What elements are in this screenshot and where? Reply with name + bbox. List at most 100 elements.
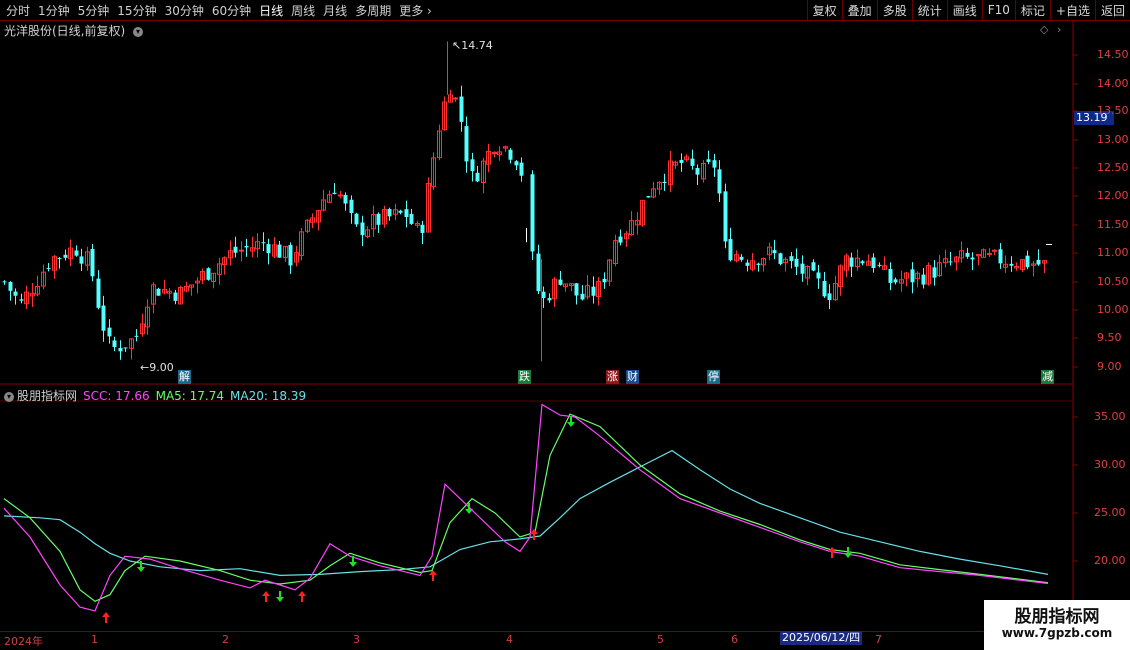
candle-body <box>739 256 744 260</box>
candle-body <box>662 181 667 184</box>
high-value: 14.74 <box>461 39 493 52</box>
candle-body <box>998 249 1003 264</box>
candle-body <box>2 281 7 283</box>
candle-body <box>57 257 62 259</box>
candle-body <box>745 262 750 266</box>
arrow-head <box>298 591 306 596</box>
candle-body <box>420 224 425 233</box>
candle-body <box>690 158 695 166</box>
candle-body <box>74 250 79 256</box>
ma5-value: MA5: 17.74 <box>155 389 225 403</box>
time-label: 5 <box>657 633 664 646</box>
candle-body <box>19 299 24 301</box>
buy-arrow-icon <box>298 591 306 602</box>
candle-body <box>1036 259 1041 265</box>
buy-arrow-icon <box>429 570 437 581</box>
y-tick: 14.00 <box>1097 77 1129 90</box>
candle-body <box>547 298 552 301</box>
main-chart-title: 光洋股份(日线,前复权) ▾ <box>4 22 144 39</box>
stock-title: 光洋股份(日线,前复权) <box>4 24 126 38</box>
arrow-head <box>349 562 357 567</box>
candle-body <box>921 274 926 285</box>
candle-body <box>1009 263 1014 266</box>
candle-body <box>679 159 684 163</box>
candle-body <box>206 268 211 280</box>
time-label: 1 <box>91 633 98 646</box>
sell-arrow-icon <box>276 591 284 602</box>
y-tick: 13.00 <box>1097 133 1129 146</box>
candle-body <box>789 256 794 261</box>
candle-body <box>970 257 975 260</box>
arrow-head <box>262 591 270 596</box>
chart-canvas[interactable] <box>0 0 1130 650</box>
candle-body <box>871 257 876 269</box>
candle-body <box>470 159 475 172</box>
candle-body <box>354 213 359 225</box>
chevron-right-icon[interactable]: › <box>1057 23 1061 36</box>
ma5-line <box>3 413 1049 602</box>
candle-body <box>860 261 865 264</box>
candle-body <box>893 279 898 283</box>
candle-body <box>992 249 997 252</box>
time-axis: 2024年 1 2 3 4 5 6 7 <box>0 631 1070 648</box>
candle-body <box>558 279 563 285</box>
time-label: 3 <box>353 633 360 646</box>
diamond-icon[interactable]: ◇ <box>1040 23 1048 36</box>
buy-arrow-icon <box>530 529 538 540</box>
candle-body <box>695 167 700 175</box>
candle-body <box>800 263 805 274</box>
candle-body <box>772 250 777 254</box>
y-tick: 35.00 <box>1094 410 1126 423</box>
candle-body <box>723 191 728 242</box>
y-tick: 14.50 <box>1097 48 1129 61</box>
candle-body <box>101 305 106 331</box>
candle-body <box>261 242 266 244</box>
candle-body <box>794 258 799 267</box>
event-marker[interactable]: 跌 <box>518 370 531 384</box>
candle-body <box>514 161 519 166</box>
candle-body <box>811 262 816 271</box>
candle-body <box>409 213 414 224</box>
candle-body <box>932 267 937 278</box>
low-annotation: ←9.00 <box>140 361 174 374</box>
candle-body <box>475 172 480 182</box>
candle-body <box>349 199 354 213</box>
arrow-head <box>102 612 110 617</box>
event-marker[interactable]: 财 <box>626 370 639 384</box>
y-tick: 12.50 <box>1097 161 1129 174</box>
candle-body <box>79 256 84 264</box>
candle-body <box>536 253 541 292</box>
event-marker[interactable]: 减 <box>1041 370 1054 384</box>
chevron-down-icon[interactable]: ▾ <box>4 391 14 402</box>
indicator-title: ▾ 股朋指标网 SCC: 17.66 MA5: 17.74 MA20: 18.39 <box>4 387 306 404</box>
indicator-name: 股朋指标网 <box>17 389 78 403</box>
candle-body <box>338 194 343 197</box>
ma20-line <box>3 449 1049 577</box>
candle-body <box>508 149 513 160</box>
candle-body <box>728 239 733 261</box>
time-label: 4 <box>506 633 513 646</box>
y-tick: 20.00 <box>1094 554 1126 567</box>
chevron-down-icon[interactable]: ▾ <box>133 26 144 37</box>
candle-body <box>118 347 123 352</box>
candle-body <box>849 257 854 267</box>
candle-body <box>541 291 546 299</box>
y-tick: 9.00 <box>1097 360 1122 373</box>
candle-body <box>173 292 178 301</box>
candle-body <box>398 210 403 213</box>
candle-body <box>519 162 524 176</box>
candle-body <box>107 327 112 337</box>
scc-line <box>3 403 1049 612</box>
y-tick: 12.00 <box>1097 189 1129 202</box>
event-marker[interactable]: 解 <box>178 370 191 384</box>
selected-date: 2025/06/12/四 <box>780 631 863 645</box>
event-marker[interactable]: 涨 <box>606 370 619 384</box>
watermark-url: www.7gpzb.com <box>1001 626 1113 640</box>
watermark-title: 股朋指标网 <box>1014 607 1100 627</box>
y-tick: 11.50 <box>1097 218 1129 231</box>
arrow-head <box>137 567 145 572</box>
event-marker[interactable]: 停 <box>707 370 720 384</box>
candle-body <box>464 126 469 162</box>
time-label: 7 <box>875 633 882 646</box>
candle-body <box>404 209 409 218</box>
